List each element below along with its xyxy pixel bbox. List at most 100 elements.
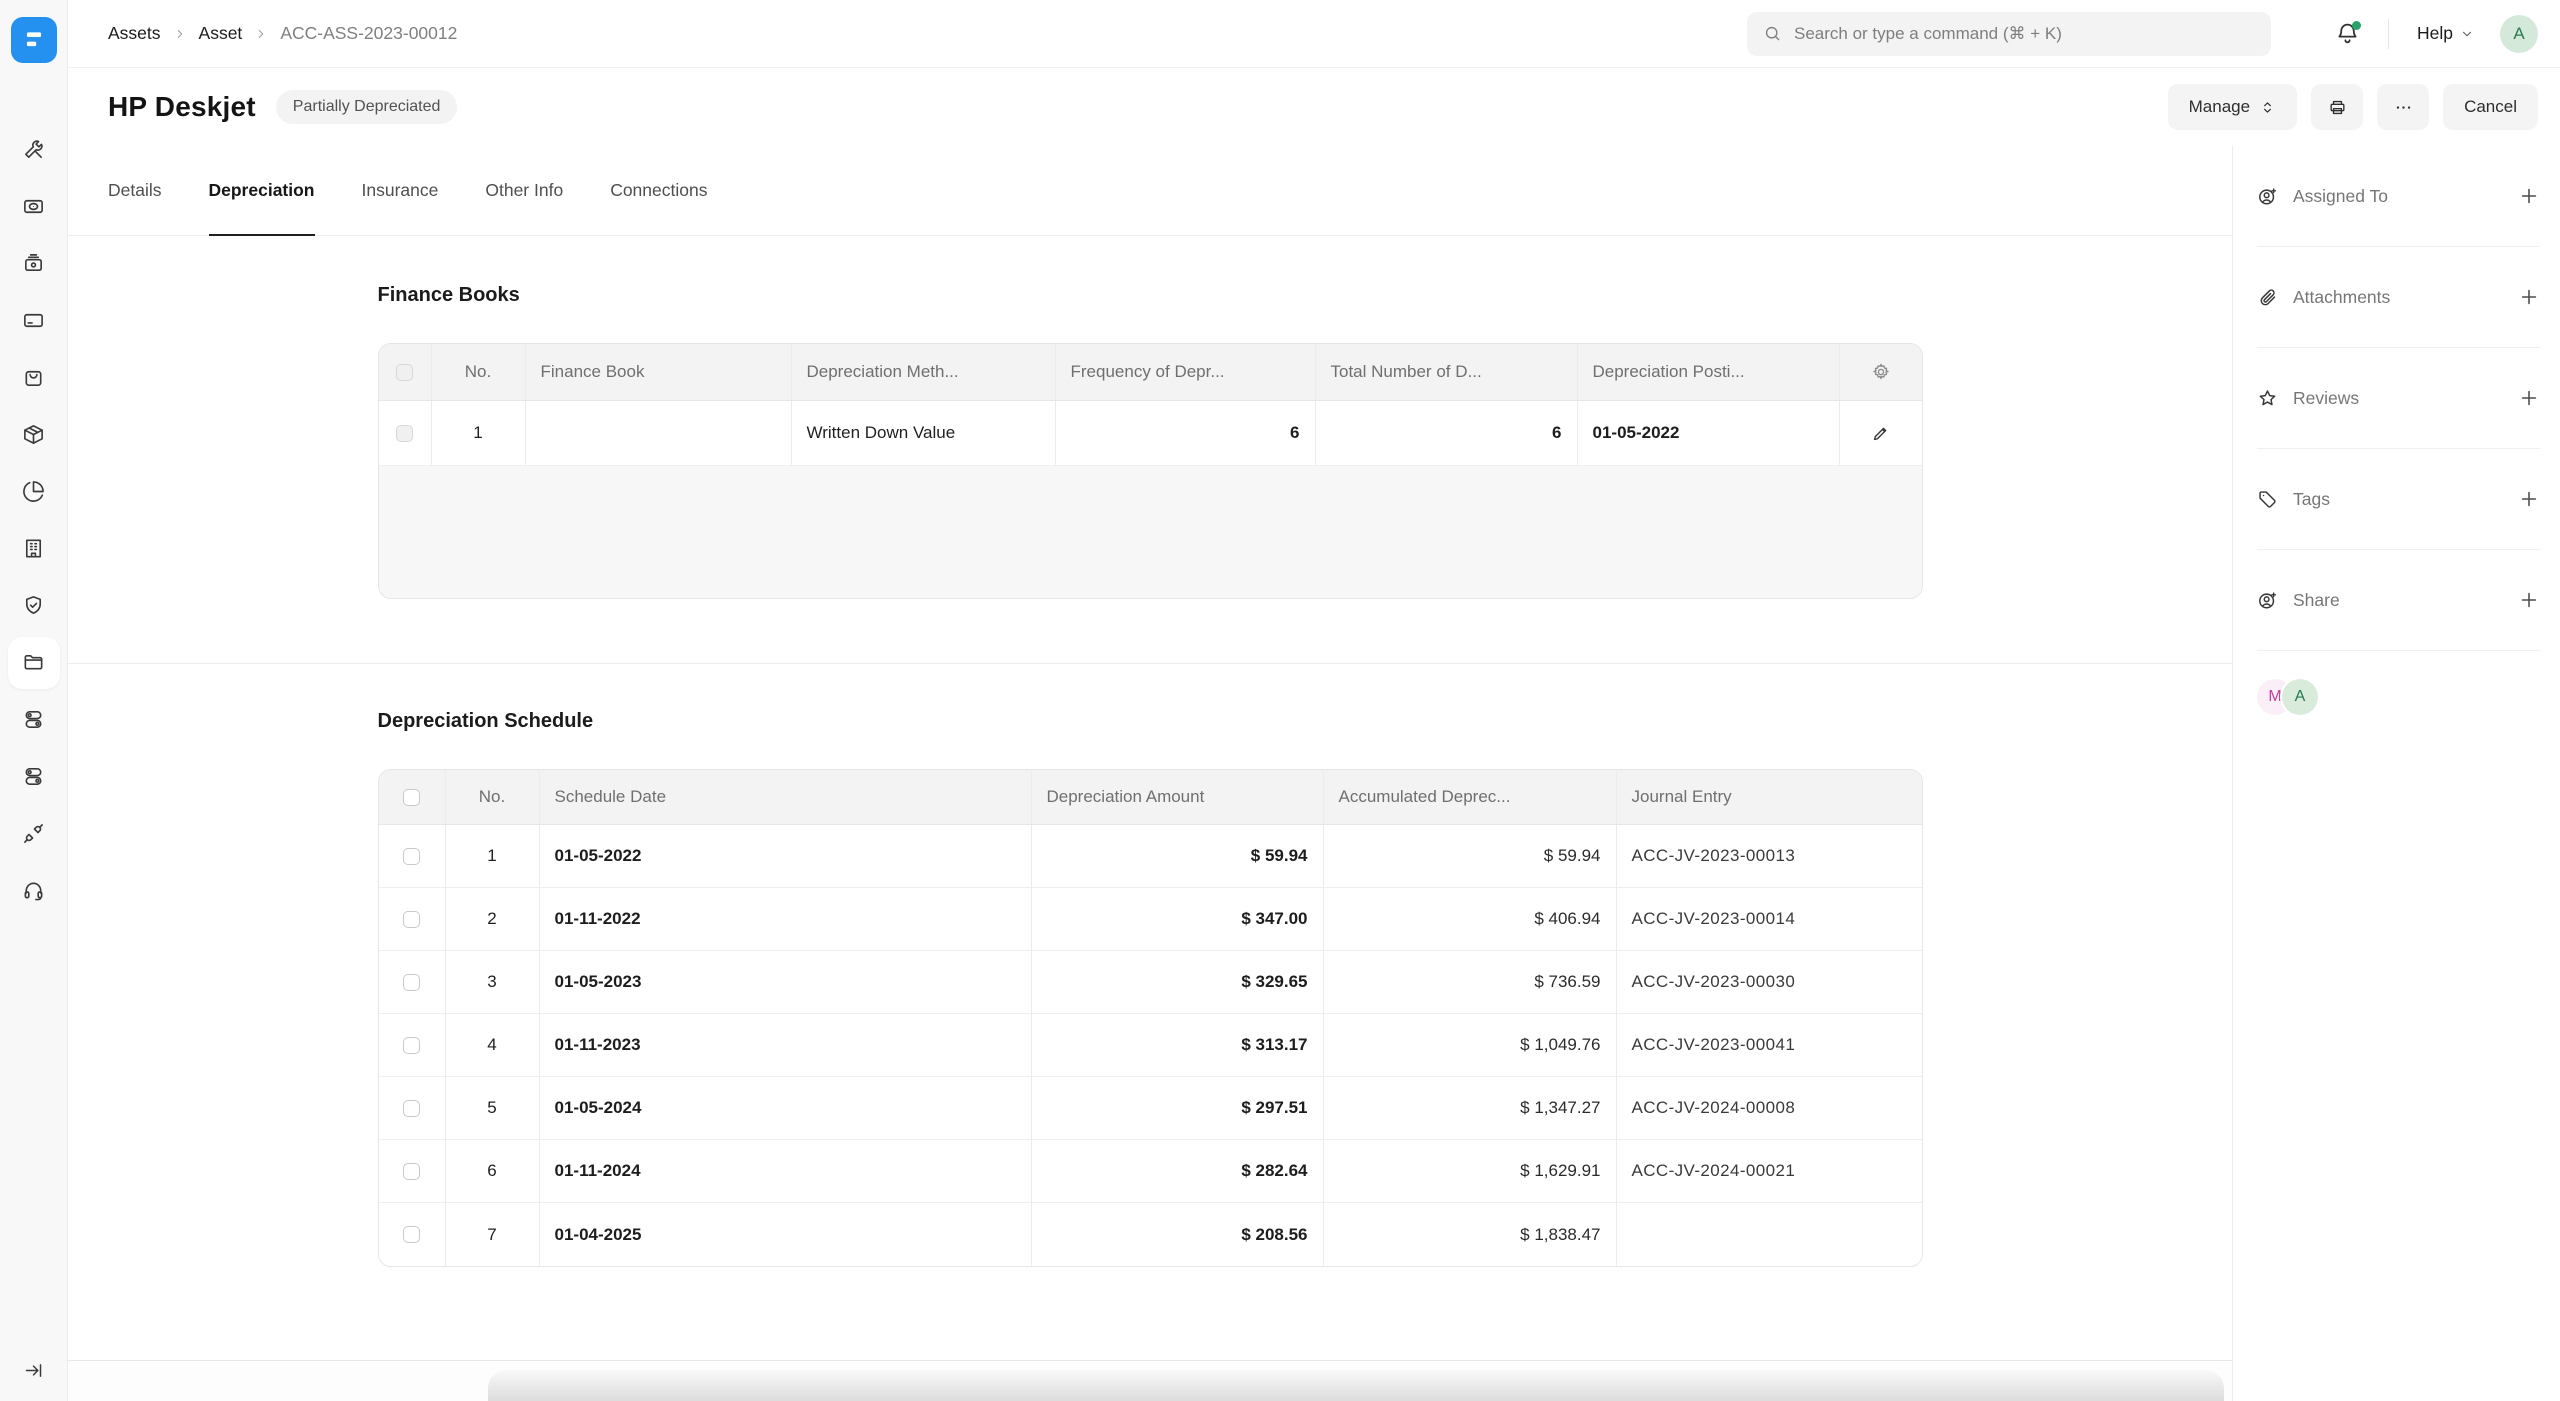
schedule-row-checkbox[interactable]: [403, 848, 420, 865]
gear-icon[interactable]: [1871, 362, 1891, 382]
frequency-cell: 6: [1055, 401, 1315, 465]
schedule-row-number: 2: [445, 888, 539, 950]
schedule-row-checkbox[interactable]: [403, 911, 420, 928]
status-badge: Partially Depreciated: [276, 90, 458, 124]
tab-other-info[interactable]: Other Info: [485, 146, 563, 236]
folder-icon[interactable]: [8, 637, 60, 689]
breadcrumb: AssetsAssetACC-ASS-2023-00012: [108, 23, 457, 44]
chevrons-up-down-icon: [2259, 99, 2276, 116]
sidebar-section-label: Reviews: [2293, 388, 2503, 409]
right-sidebar: Assigned ToAttachmentsReviewsTagsShare M…: [2232, 146, 2560, 1401]
journal-entry-link[interactable]: ACC-JV-2024-00021: [1616, 1140, 1922, 1202]
print-button[interactable]: [2311, 84, 2363, 130]
tab-insurance[interactable]: Insurance: [362, 146, 439, 236]
paperclip-icon: [2257, 287, 2278, 308]
expand-sidebar-button[interactable]: [0, 1360, 67, 1381]
accumulated-depreciation-cell: $ 1,049.76: [1323, 1014, 1616, 1076]
finance-book-row: 1Written Down Value6601-05-2022: [379, 401, 1922, 466]
cash-box-icon[interactable]: [8, 235, 60, 292]
schedule-row-checkbox[interactable]: [403, 974, 420, 991]
chevron-down-icon: [2460, 27, 2474, 41]
help-menu[interactable]: Help: [2417, 23, 2474, 44]
schedule-column-header: Accumulated Deprec...: [1323, 770, 1616, 824]
tools-icon[interactable]: [8, 121, 60, 178]
user-plus-icon: [2257, 186, 2278, 207]
shared-with-avatars: MA: [2257, 651, 2540, 715]
schedule-select-all-checkbox[interactable]: [403, 789, 420, 806]
tab-connections[interactable]: Connections: [610, 146, 707, 236]
window-shadow: [488, 1370, 2224, 1401]
schedule-row-checkbox-cell: [379, 1140, 445, 1202]
manage-button[interactable]: Manage: [2168, 84, 2297, 130]
journal-entry-link[interactable]: ACC-JV-2023-00041: [1616, 1014, 1922, 1076]
add-attachments-button[interactable]: [2518, 286, 2540, 308]
pencil-icon[interactable]: [1871, 424, 1890, 443]
schedule-date-cell: 01-04-2025: [539, 1203, 1031, 1266]
plug-icon[interactable]: [8, 805, 60, 862]
erpnext-logo[interactable]: [11, 17, 57, 63]
user-avatar[interactable]: A: [2500, 15, 2538, 53]
notifications-button[interactable]: [2335, 21, 2360, 46]
journal-entry-link[interactable]: ACC-JV-2023-00030: [1616, 951, 1922, 1013]
schedule-date-cell: 01-05-2023: [539, 951, 1031, 1013]
journal-entry-link[interactable]: ACC-JV-2023-00014: [1616, 888, 1922, 950]
accumulated-depreciation-cell: $ 59.94: [1323, 825, 1616, 887]
finance-row-checkbox[interactable]: [396, 425, 413, 442]
topbar-right: Search or type a command (⌘ + K) Help A: [1747, 12, 2538, 56]
tab-details[interactable]: Details: [108, 146, 162, 236]
page-title: HP Deskjet: [108, 91, 256, 123]
tag-icon: [2257, 489, 2278, 510]
document-header: HP Deskjet Partially Depreciated Manage …: [68, 68, 2560, 146]
chevron-right-icon: [173, 27, 187, 41]
accumulated-depreciation-cell: $ 736.59: [1323, 951, 1616, 1013]
toggles-icon[interactable]: [8, 691, 60, 748]
schedule-row-checkbox[interactable]: [403, 1163, 420, 1180]
package-icon[interactable]: [8, 406, 60, 463]
add-share-button[interactable]: [2518, 589, 2540, 611]
schedule-row-checkbox[interactable]: [403, 1037, 420, 1054]
finance-book-cell: [525, 401, 791, 465]
cash-icon[interactable]: [8, 178, 60, 235]
breadcrumb-link[interactable]: Assets: [108, 23, 161, 44]
finance-column-header: Depreciation Posti...: [1577, 344, 1839, 400]
schedule-date-cell: 01-11-2023: [539, 1014, 1031, 1076]
shield-check-icon[interactable]: [8, 577, 60, 634]
headset-icon[interactable]: [8, 862, 60, 919]
building-icon[interactable]: [8, 520, 60, 577]
finance-select-all-checkbox[interactable]: [396, 364, 413, 381]
depreciation-schedule-table: No.Schedule DateDepreciation AmountAccum…: [378, 769, 1923, 1267]
schedule-row-checkbox[interactable]: [403, 1226, 420, 1243]
left-icon-rail: [0, 0, 68, 1401]
search-input[interactable]: Search or type a command (⌘ + K): [1747, 12, 2271, 56]
finance-column-header: Depreciation Meth...: [791, 344, 1055, 400]
add-assigned-to-button[interactable]: [2518, 185, 2540, 207]
erpnext-logo-glyph: [21, 27, 47, 53]
toggles-2-icon[interactable]: [8, 748, 60, 805]
sidebar-section-label: Share: [2293, 590, 2503, 611]
schedule-select-all-checkbox-cell: [379, 770, 445, 824]
tab-bar: Details Depreciation Insurance Other Info Co…: [68, 146, 2232, 236]
schedule-row: 401-11-2023$ 313.17$ 1,049.76ACC-JV-2023…: [379, 1014, 1922, 1077]
card-icon[interactable]: [8, 292, 60, 349]
journal-entry-link[interactable]: ACC-JV-2024-00008: [1616, 1077, 1922, 1139]
schedule-row: 201-11-2022$ 347.00$ 406.94ACC-JV-2023-0…: [379, 888, 1922, 951]
more-options-button[interactable]: [2377, 84, 2429, 130]
chevron-right-icon: [254, 27, 268, 41]
schedule-row-checkbox[interactable]: [403, 1100, 420, 1117]
schedule-column-header: Schedule Date: [539, 770, 1031, 824]
finance-settings-cell: [1839, 344, 1922, 400]
form-scroll-area[interactable]: Finance Books No.Finance BookDepreciatio…: [68, 236, 2232, 1360]
shopping-bag-icon[interactable]: [8, 349, 60, 406]
breadcrumb-link[interactable]: Asset: [199, 23, 243, 44]
pie-chart-icon[interactable]: [8, 463, 60, 520]
sidebar-section-label: Assigned To: [2293, 186, 2503, 207]
journal-entry-link[interactable]: ACC-JV-2023-00013: [1616, 825, 1922, 887]
add-tags-button[interactable]: [2518, 488, 2540, 510]
sidebar-section-reviews: Reviews: [2257, 348, 2540, 449]
cancel-button[interactable]: Cancel: [2443, 84, 2538, 130]
tab-depreciation[interactable]: Depreciation: [209, 146, 315, 236]
sidebar-section-label: Attachments: [2293, 287, 2503, 308]
schedule-row: 601-11-2024$ 282.64$ 1,629.91ACC-JV-2024…: [379, 1140, 1922, 1203]
add-reviews-button[interactable]: [2518, 387, 2540, 409]
depreciation-method-cell: Written Down Value: [791, 401, 1055, 465]
